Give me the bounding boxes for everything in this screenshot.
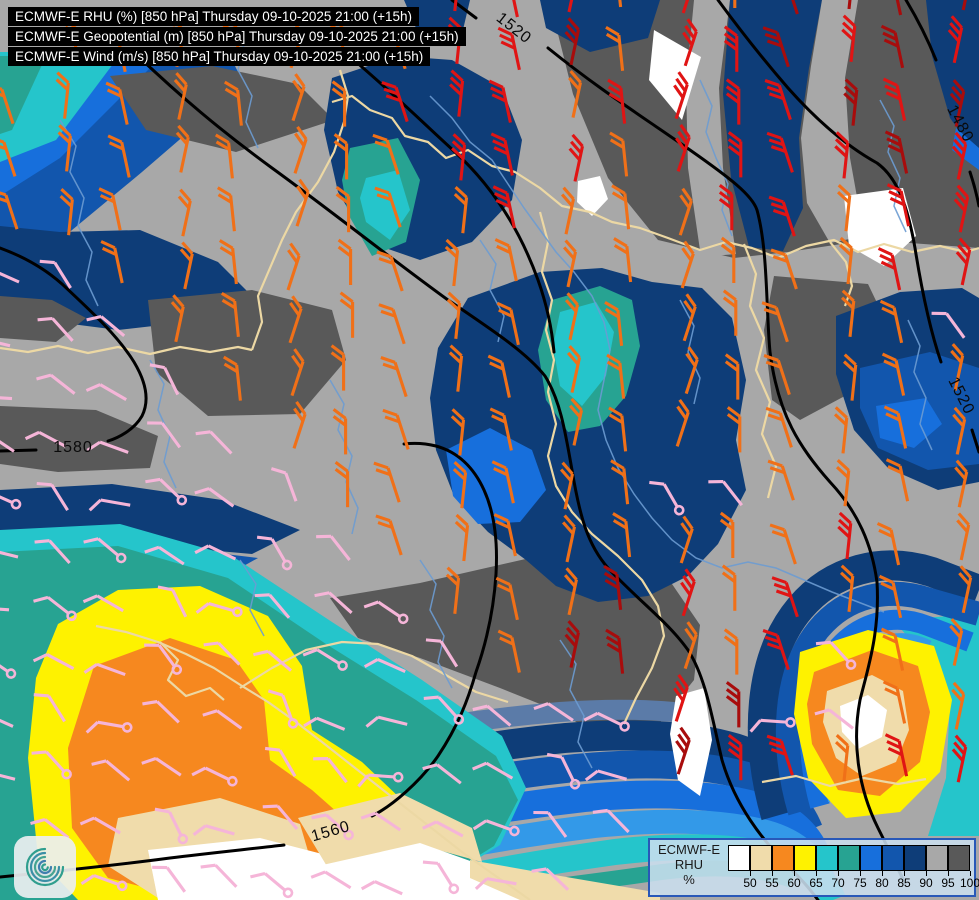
wind-barb-icon	[195, 430, 233, 455]
wind-barb-icon	[337, 238, 353, 285]
legend-value: 100	[959, 876, 979, 890]
weather-map-page: 1520 1480 1520 1580 1560 ECMWF-E RHU (%) [85…	[0, 0, 979, 900]
legend-swatch	[882, 845, 904, 871]
wind-barb-icon	[833, 406, 849, 454]
wind-barb-icon	[723, 628, 739, 675]
wind-barb-icon	[835, 459, 851, 507]
legend-swatch	[838, 845, 860, 871]
geopotential-contour-label: 1580	[53, 439, 93, 456]
legend-label-line3: %	[683, 872, 695, 887]
legend-swatch	[948, 845, 970, 871]
wind-barb-icon	[765, 406, 793, 448]
legend-swatch	[860, 845, 882, 871]
wind-barb-icon	[378, 303, 406, 345]
rh-fill-region	[844, 188, 916, 266]
wind-barb-icon	[373, 461, 401, 503]
wind-barb-icon	[837, 511, 853, 560]
wind-barb-icon	[334, 460, 350, 508]
wind-barb-icon	[560, 186, 576, 235]
wind-barb-icon	[769, 523, 797, 565]
wind-barb-icon	[380, 356, 408, 398]
weather-map-canvas: 15201480152015801560	[0, 0, 979, 900]
wind-barb-icon	[177, 188, 192, 237]
legend-swatch	[926, 845, 948, 871]
wind-barb-icon	[339, 291, 355, 338]
wind-barb-icon	[376, 250, 404, 292]
legend-swatch	[728, 845, 750, 871]
legend-swatch	[794, 845, 816, 871]
legend-swatch	[750, 845, 772, 871]
wind-barb-icon	[725, 681, 741, 728]
cyclone-spiral-icon	[25, 847, 65, 887]
legend-label: ECMWF-E RHU %	[652, 842, 726, 887]
legend-swatch	[904, 845, 926, 871]
wind-barb-icon	[316, 534, 351, 561]
river-line	[329, 379, 359, 535]
wind-barb-icon	[721, 564, 737, 611]
legend-label-line2: RHU	[674, 857, 704, 872]
map-title-rhu: ECMWF-E RHU (%) [850 hPa] Thursday 09-10…	[8, 7, 420, 26]
site-logo[interactable]	[14, 836, 76, 898]
wind-barb-icon	[36, 373, 76, 395]
wind-barb-icon	[0, 337, 11, 348]
geopotential-contour-line	[0, 448, 38, 453]
legend-swatch	[772, 845, 794, 871]
wind-barb-icon	[286, 242, 301, 291]
wind-barb-icon	[85, 383, 127, 401]
wind-barb-icon	[375, 514, 403, 556]
wind-barb-icon	[494, 238, 518, 282]
map-title-wind: ECMWF-E Wind (m/s) [850 hPa] Thursday 09…	[8, 47, 431, 66]
wind-barb-icon	[680, 240, 695, 289]
wind-barb-icon	[216, 186, 236, 232]
wind-barb-icon	[454, 513, 470, 562]
wind-barb-icon	[568, 133, 585, 182]
wind-barb-icon	[382, 408, 410, 450]
wind-barb-icon	[956, 512, 971, 561]
rhu-color-legend: ECMWF-E RHU % 50 55 60 65 70 75 80 85 90 95 100	[648, 838, 979, 897]
wind-barb-icon	[295, 178, 310, 227]
legend-swatch	[816, 845, 838, 871]
wind-barb-icon	[270, 467, 298, 502]
map-title-geopotential: ECMWF-E Geopotential (m) [850 hPa] Thurs…	[8, 27, 466, 46]
legend-label-line1: ECMWF-E	[657, 842, 721, 857]
